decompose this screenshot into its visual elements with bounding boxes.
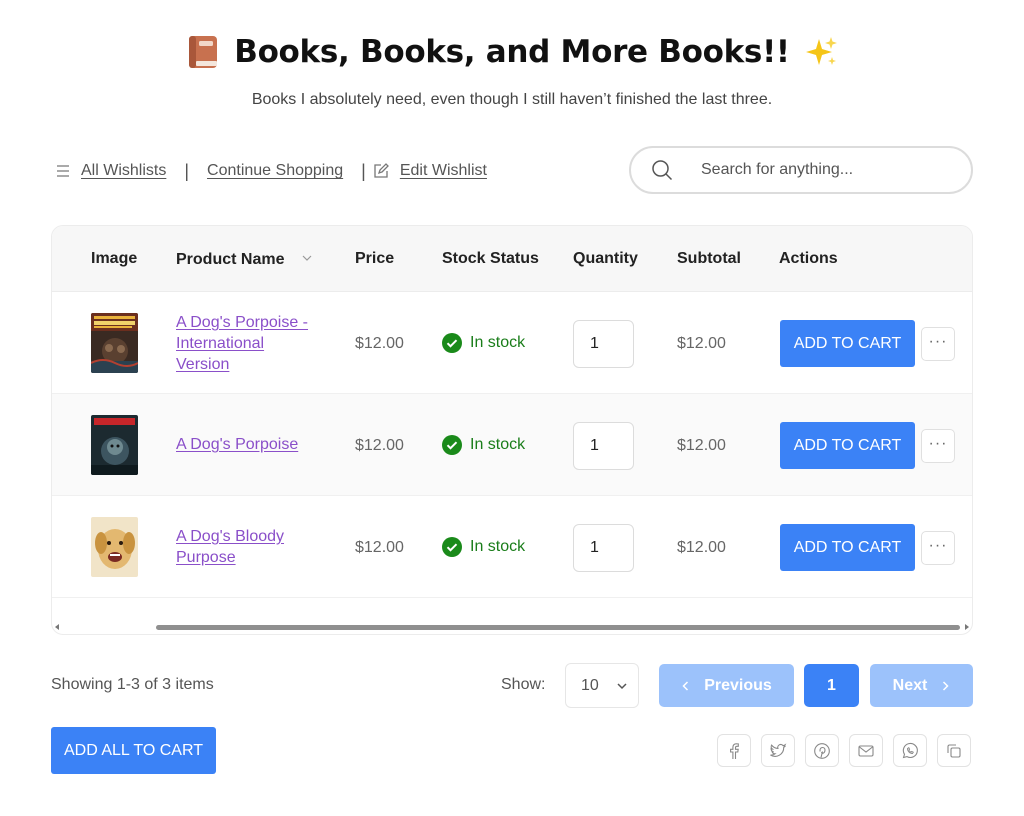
wishlist-toolbar: All Wishlists | Continue Shopping | Edit…	[55, 155, 487, 187]
column-header-image: Image	[91, 250, 138, 267]
quantity-input[interactable]	[573, 422, 634, 470]
more-options-button[interactable]: ···	[921, 429, 955, 463]
share-twitter-button[interactable]	[761, 734, 795, 767]
share-pinterest-button[interactable]	[805, 734, 839, 767]
page-title-wrap: Books, Books, and More Books!!	[186, 34, 838, 70]
page-number-button[interactable]: 1	[804, 664, 859, 707]
product-price: $12.00	[355, 335, 404, 352]
more-options-button[interactable]: ···	[921, 327, 955, 361]
list-icon	[55, 163, 71, 179]
book-icon	[186, 34, 220, 70]
sparkle-icon	[804, 35, 838, 69]
toolbar-divider: |	[361, 160, 366, 181]
horizontal-scrollbar[interactable]	[52, 622, 972, 632]
wishlist-table: Image Product Name Price Stock Status Qu…	[51, 225, 973, 635]
page-header: Books, Books, and More Books!!	[0, 34, 1024, 75]
previous-page-button[interactable]: Previous	[659, 664, 794, 707]
table-row: A Dog's Porpoise - International Version…	[52, 292, 972, 394]
pinterest-icon	[814, 742, 830, 759]
chevron-down-icon	[617, 683, 627, 690]
more-options-button[interactable]: ···	[921, 531, 955, 565]
stock-status: In stock	[442, 537, 525, 557]
page-size-select[interactable]: 10	[565, 663, 639, 708]
product-subtotal: $12.00	[677, 335, 726, 352]
add-to-cart-button[interactable]: ADD TO CART	[780, 422, 915, 469]
sort-chevron-icon[interactable]	[302, 253, 312, 263]
stock-status: In stock	[442, 435, 525, 455]
book-cover-image[interactable]	[91, 313, 138, 373]
copy-link-button[interactable]	[937, 734, 971, 767]
share-email-button[interactable]	[849, 734, 883, 767]
whatsapp-icon	[902, 742, 918, 758]
product-subtotal: $12.00	[677, 437, 726, 454]
column-header-stock-status: Stock Status	[442, 250, 539, 267]
search-box[interactable]	[629, 146, 973, 194]
column-header-price: Price	[355, 250, 395, 267]
toolbar-divider: |	[184, 160, 190, 181]
check-circle-icon	[442, 537, 462, 557]
stock-status: In stock	[442, 333, 525, 353]
facebook-icon	[730, 742, 739, 759]
product-name-link[interactable]: A Dog's Porpoise	[176, 434, 326, 455]
product-subtotal: $12.00	[677, 539, 726, 556]
edit-wishlist-link[interactable]: Edit Wishlist	[400, 162, 487, 180]
next-page-button[interactable]: Next	[870, 664, 973, 707]
book-cover-image[interactable]	[91, 517, 138, 577]
quantity-input[interactable]	[573, 320, 634, 368]
book-cover-image[interactable]	[91, 415, 138, 475]
table-row: A Dog's Bloody Purpose $12.00 In stock $…	[52, 496, 972, 598]
column-header-subtotal: Subtotal	[677, 250, 741, 267]
stock-status-label: In stock	[470, 538, 526, 555]
scroll-right-arrow-icon[interactable]	[965, 624, 969, 630]
column-header-product-name[interactable]: Product Name	[176, 251, 284, 269]
scroll-left-arrow-icon[interactable]	[55, 624, 59, 630]
add-to-cart-button[interactable]: ADD TO CART	[780, 524, 915, 571]
copy-icon	[947, 743, 961, 758]
check-circle-icon	[442, 333, 462, 353]
chevron-right-icon	[943, 680, 949, 691]
search-input[interactable]	[701, 161, 921, 179]
search-icon	[652, 160, 673, 181]
twitter-icon	[770, 742, 787, 757]
stock-status-label: In stock	[470, 436, 526, 453]
product-name-link[interactable]: A Dog's Porpoise - International Version	[176, 312, 326, 375]
product-price: $12.00	[355, 539, 404, 556]
stock-status-label: In stock	[470, 334, 526, 351]
chevron-left-icon	[682, 680, 689, 691]
product-price: $12.00	[355, 437, 404, 454]
continue-shopping-link[interactable]: Continue Shopping	[207, 162, 343, 180]
share-buttons	[717, 734, 971, 767]
column-header-actions: Actions	[779, 250, 838, 267]
page-title: Books, Books, and More Books!!	[234, 34, 790, 70]
check-circle-icon	[442, 435, 462, 455]
quantity-input[interactable]	[573, 524, 634, 572]
product-name-link[interactable]: A Dog's Bloody Purpose	[176, 526, 326, 568]
email-icon	[858, 744, 874, 757]
share-facebook-button[interactable]	[717, 734, 751, 767]
page-subtitle: Books I absolutely need, even though I s…	[251, 91, 773, 108]
share-whatsapp-button[interactable]	[893, 734, 927, 767]
show-label: Show:	[501, 676, 546, 693]
table-row: A Dog's Porpoise $12.00 In stock $12.00 …	[52, 394, 972, 496]
page-size-value: 10	[581, 676, 599, 694]
edit-icon	[372, 162, 390, 180]
all-wishlists-link[interactable]: All Wishlists	[81, 162, 166, 180]
table-header: Image Product Name Price Stock Status Qu…	[52, 226, 972, 292]
add-to-cart-button[interactable]: ADD TO CART	[780, 320, 915, 367]
column-header-quantity: Quantity	[573, 250, 638, 267]
add-all-to-cart-button[interactable]: ADD ALL TO CART	[51, 727, 216, 774]
scrollbar-thumb[interactable]	[156, 625, 960, 630]
showing-count: Showing 1-3 of 3 items	[51, 676, 214, 693]
